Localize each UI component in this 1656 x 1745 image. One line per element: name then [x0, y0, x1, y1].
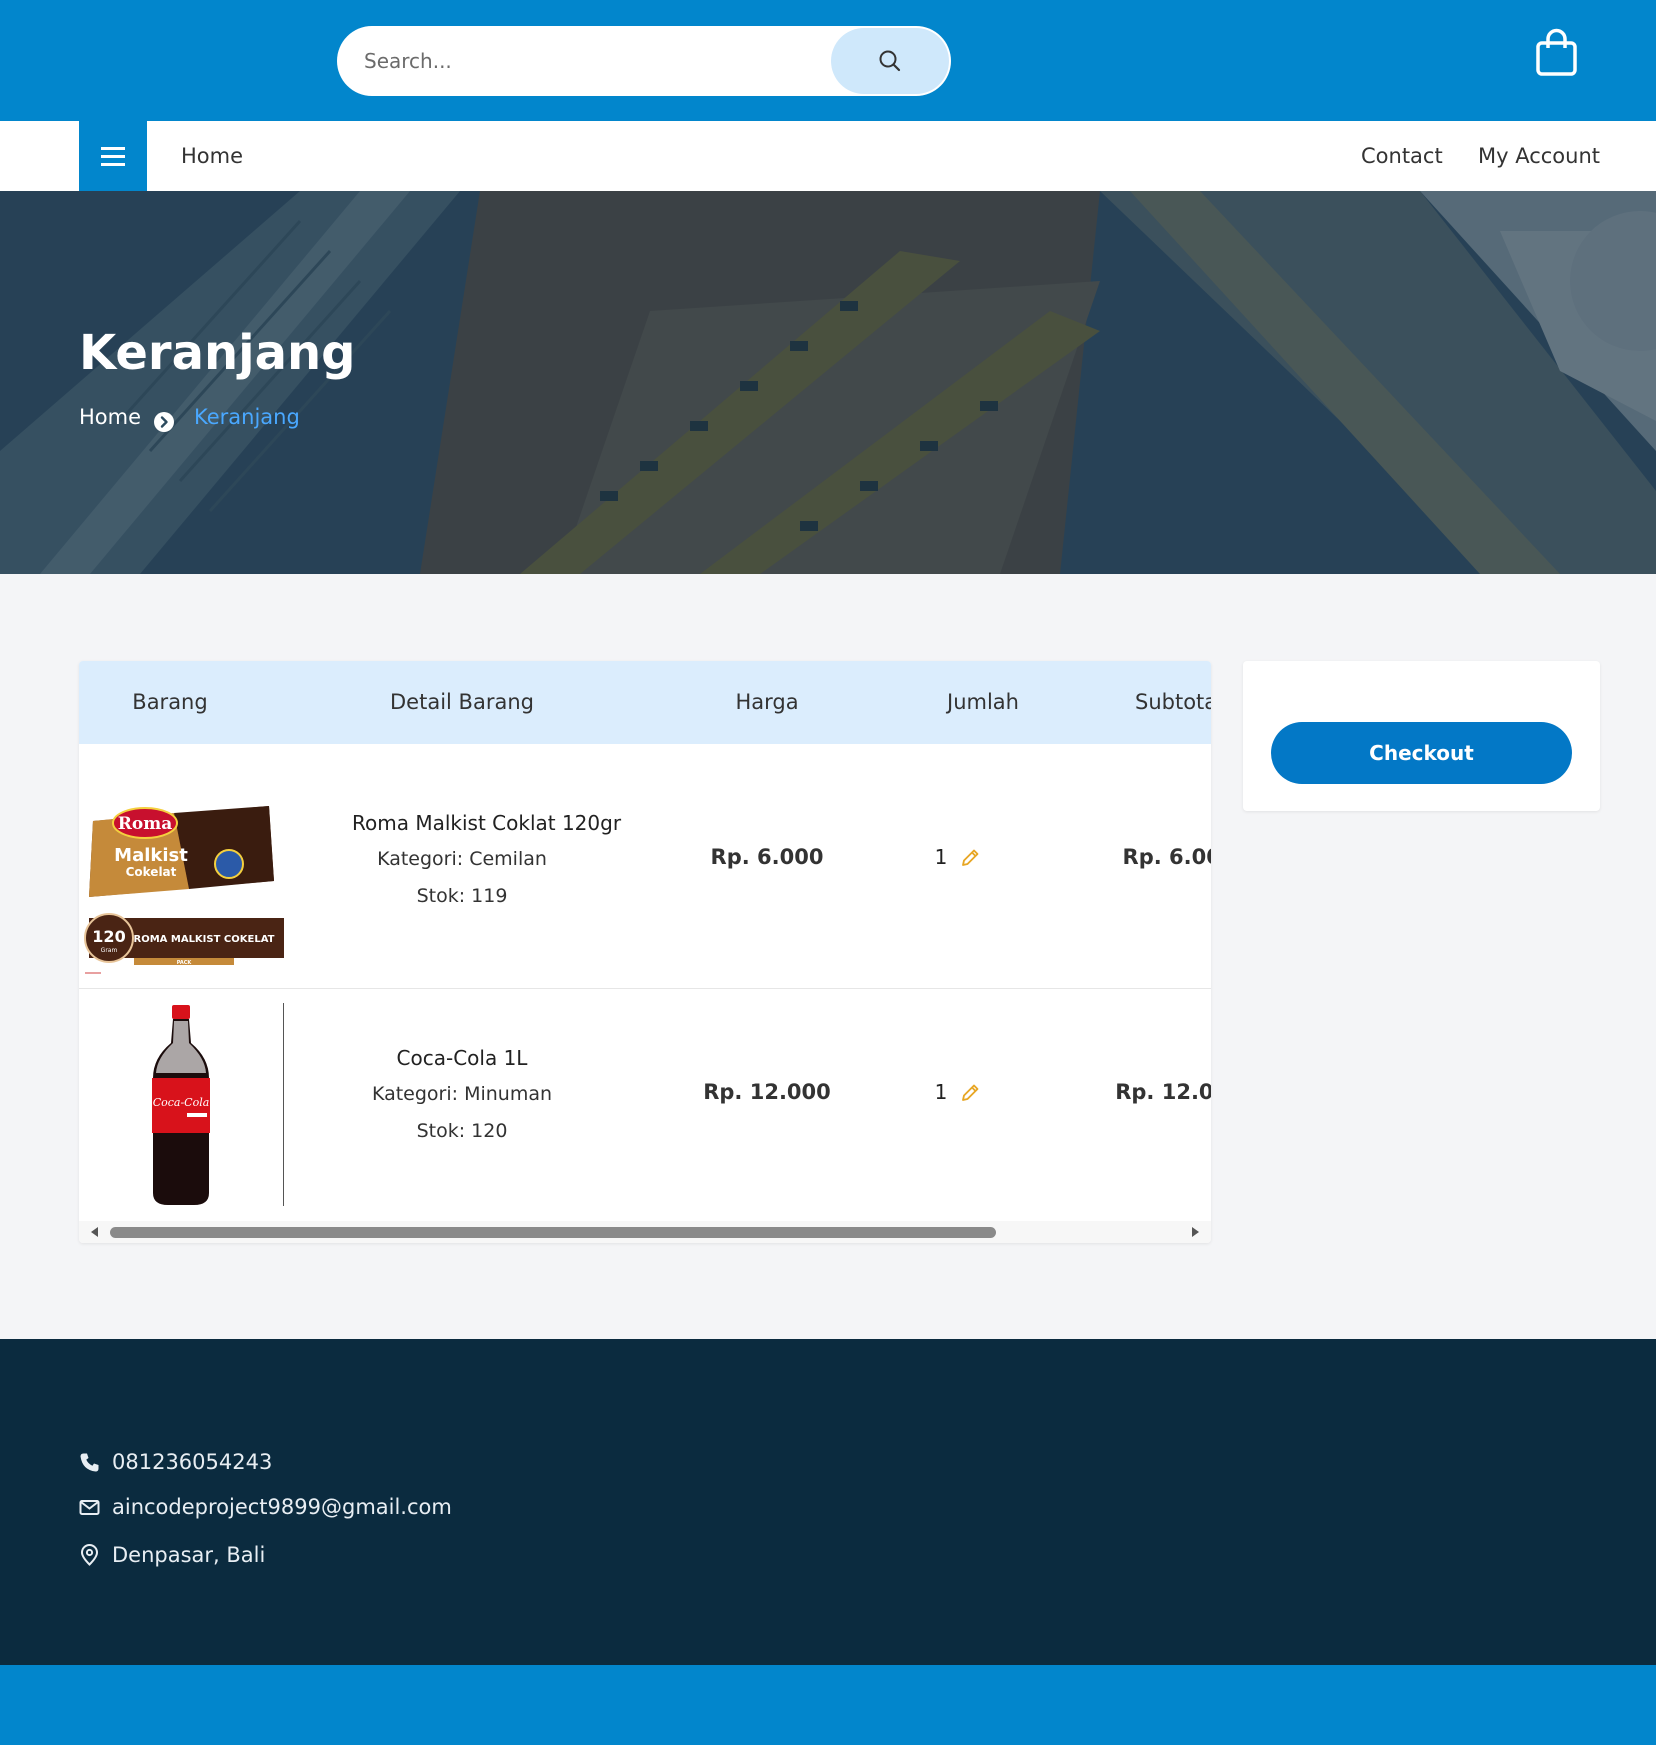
product-name: Roma Malkist Coklat 120gr: [352, 811, 622, 835]
cokelat-text: Cokelat: [126, 865, 177, 879]
checkout-button[interactable]: Checkout: [1271, 722, 1572, 784]
table-header: Barang Detail Barang Harga Jumlah Subtot…: [79, 661, 1211, 744]
column-header-jumlah: Jumlah: [947, 690, 1019, 714]
scroll-right-arrow-icon[interactable]: [1189, 1226, 1201, 1238]
column-header-barang: Barang: [132, 690, 208, 714]
page-hero: Keranjang Home Keranjang: [0, 191, 1656, 574]
bottom-bar: [0, 1665, 1656, 1745]
phone-icon: [80, 1453, 99, 1471]
product-price: Rp. 12.000: [703, 1080, 831, 1104]
table-row: Coca-Cola Coca-Cola 1L Kategori: Minuman…: [79, 990, 1211, 1212]
product-subtotal: Rp. 12.000: [1115, 1080, 1211, 1104]
product-subtotal: Rp. 6.000: [1122, 845, 1211, 869]
scrollbar-thumb[interactable]: [110, 1227, 996, 1238]
column-header-detail: Detail Barang: [390, 690, 534, 714]
product-category: Kategori: Cemilan: [377, 848, 547, 870]
hero-overlay: [0, 191, 1656, 574]
breadcrumb-current: Keranjang: [194, 405, 300, 429]
hamburger-icon: [101, 147, 125, 166]
breadcrumb-home[interactable]: Home: [79, 405, 141, 429]
footer-email: aincodeproject9899@gmail.com: [79, 1492, 452, 1522]
product-price: Rp. 6.000: [710, 845, 824, 869]
coca-cola-logo-text: Coca-Cola: [153, 1096, 210, 1109]
footer: 081236054243 aincodeproject9899@gmail.co…: [0, 1339, 1656, 1665]
cart-table: Barang Detail Barang Harga Jumlah Subtot…: [79, 661, 1211, 1243]
shopping-bag-icon: [1536, 28, 1577, 76]
map-pin-icon: [80, 1544, 99, 1566]
malkist-text: Malkist: [114, 845, 188, 866]
product-image-coca-cola: Coca-Cola: [79, 1003, 284, 1206]
pack-label-text: PACK: [177, 960, 193, 966]
top-header: [0, 0, 1656, 121]
search-icon: [879, 50, 901, 72]
page-title: Keranjang: [79, 325, 356, 381]
footer-phone: 081236054243: [79, 1447, 272, 1477]
cart-button[interactable]: [1533, 28, 1581, 78]
search-input[interactable]: [364, 26, 844, 96]
weight-text: 120: [92, 927, 125, 946]
nav-contact[interactable]: Contact: [1361, 121, 1443, 191]
product-name: Coca-Cola 1L: [396, 1046, 528, 1070]
address-text: Denpasar, Bali: [112, 1543, 266, 1567]
footer-address: Denpasar, Bali: [79, 1540, 265, 1570]
email-address: aincodeproject9899@gmail.com: [112, 1495, 452, 1519]
envelope-icon: [79, 1499, 100, 1515]
search-button[interactable]: [831, 28, 949, 94]
product-stock: Stok: 119: [416, 885, 508, 907]
roma-logo-text: Roma: [118, 814, 172, 834]
product-image-roma-malkist: Roma Malkist Cokelat 120 Gram ROMA MALKI…: [79, 761, 284, 975]
phone-number: 081236054243: [112, 1450, 273, 1474]
search-bar: [337, 26, 951, 96]
checkout-card: Checkout: [1243, 661, 1600, 811]
nav-home[interactable]: Home: [181, 121, 243, 191]
table-row: Roma Malkist Cokelat 120 Gram ROMA MALKI…: [79, 744, 1211, 989]
column-header-subtotal: Subtotal: [1135, 690, 1211, 714]
column-header-harga: Harga: [735, 690, 799, 714]
nav-my-account[interactable]: My Account: [1478, 121, 1600, 191]
chevron-circle-right-icon: [154, 412, 174, 432]
product-stock: Stok: 120: [416, 1120, 508, 1142]
horizontal-scrollbar[interactable]: [79, 1221, 1211, 1243]
pencil-icon[interactable]: [959, 847, 981, 869]
weight-unit-text: Gram: [101, 947, 118, 954]
product-qty: 1: [934, 845, 948, 869]
product-qty: 1: [934, 1080, 948, 1104]
menu-toggle-button[interactable]: [79, 121, 147, 191]
scroll-left-arrow-icon[interactable]: [89, 1226, 101, 1238]
nav-bar: Home Contact My Account: [0, 121, 1656, 191]
product-category: Kategori: Minuman: [371, 1083, 553, 1105]
pencil-icon[interactable]: [959, 1082, 981, 1104]
pack-banner-text: ROMA MALKIST COKELAT: [134, 934, 275, 945]
